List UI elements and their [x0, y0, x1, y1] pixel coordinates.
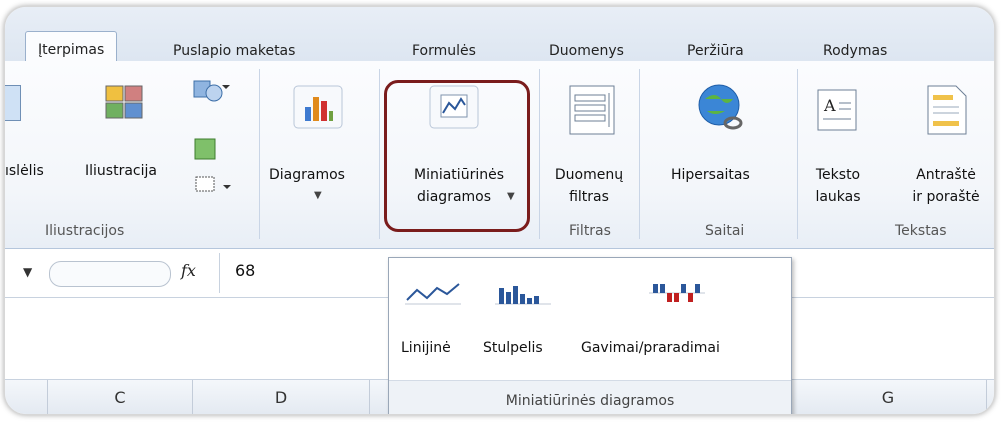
winloss-sparkline-label[interactable]: Gavimai/praradimai: [581, 340, 720, 356]
tab-page-layout[interactable]: Puslapio maketas: [173, 43, 295, 59]
tab-insert[interactable]: Įterpimas: [25, 31, 118, 63]
group-separator: [797, 69, 798, 239]
illustration-button-label[interactable]: Iliustracija: [85, 161, 157, 181]
group-separator: [639, 69, 640, 239]
textbox-icon[interactable]: A: [817, 89, 857, 135]
group-separator: [259, 69, 260, 239]
column-sparkline-label[interactable]: Stulpelis: [483, 340, 543, 356]
namebox-dropdown-icon[interactable]: ▼: [23, 265, 32, 279]
line-sparkline-label[interactable]: Linijinė: [401, 340, 451, 356]
illustration-icon[interactable]: [105, 85, 143, 123]
tab-data[interactable]: Duomenys: [549, 43, 624, 59]
group-label-illustrations: Iliustracijos: [45, 223, 125, 239]
excel-window: Įterpimas Puslapio maketas Formulės Duom…: [4, 6, 995, 415]
shapes-icon[interactable]: [190, 77, 230, 111]
header-footer-button-label-line1[interactable]: Antraštė: [898, 165, 994, 185]
textbox-button-label-line2[interactable]: laukas: [813, 187, 863, 207]
sparkline-menu-group-label: Miniatiūrinės diagramos: [505, 393, 675, 409]
column-header-g[interactable]: G: [790, 380, 987, 414]
hyperlink-button-label[interactable]: Hipersaitas: [671, 165, 750, 185]
charts-button-label[interactable]: Diagramos: [269, 165, 345, 185]
screenshot-icon[interactable]: [195, 173, 235, 201]
select-all-corner[interactable]: [5, 380, 48, 414]
slicer-button-label-line1[interactable]: Duomenų: [549, 165, 629, 185]
column-header-c[interactable]: C: [48, 380, 193, 414]
slicer-icon[interactable]: [569, 85, 615, 139]
group-separator: [539, 69, 540, 239]
formula-divider: [219, 253, 220, 293]
charts-dropdown-arrow-icon[interactable]: ▼: [314, 190, 322, 201]
tab-formulas[interactable]: Formulės: [412, 43, 476, 59]
group-label-text: Tekstas: [895, 223, 947, 239]
formula-input[interactable]: 68: [235, 261, 255, 280]
function-icon[interactable]: fx: [181, 261, 196, 280]
group-label-links: Saitai: [705, 223, 745, 239]
sparkline-dropdown-menu: Linijinė Stulpelis Gavimai/praradimai Mi…: [388, 257, 792, 414]
column-header-d[interactable]: D: [193, 380, 370, 414]
svg-text:A: A: [823, 96, 836, 115]
line-sparkline-icon[interactable]: [403, 278, 463, 312]
sparklines-highlight-box: [384, 80, 530, 232]
tab-view[interactable]: Rodymas: [823, 43, 887, 59]
picture-icon[interactable]: [5, 85, 21, 121]
group-label-filter: Filtras: [569, 223, 611, 239]
charts-icon[interactable]: [293, 85, 343, 133]
slicer-button-label-line2[interactable]: filtras: [549, 187, 629, 207]
sparkline-menu-footer: Miniatiūrinės diagramos: [389, 380, 791, 414]
ribbon-tab-bar: Įterpimas Puslapio maketas Formulės Duom…: [5, 7, 994, 63]
formula-buttons-area: [49, 261, 171, 287]
textbox-button-label-line1[interactable]: Teksto: [813, 165, 863, 185]
header-footer-icon[interactable]: [927, 85, 967, 139]
smartart-icon[interactable]: [193, 137, 219, 167]
picture-button-label[interactable]: ıslėlis: [5, 161, 44, 181]
winloss-sparkline-icon[interactable]: [647, 278, 707, 312]
group-separator: [379, 69, 380, 239]
column-sparkline-icon[interactable]: [493, 278, 553, 312]
tab-review[interactable]: Peržiūra: [687, 43, 744, 59]
header-footer-button-label-line2[interactable]: ir poraštė: [898, 187, 994, 207]
hyperlink-icon[interactable]: [695, 83, 747, 139]
